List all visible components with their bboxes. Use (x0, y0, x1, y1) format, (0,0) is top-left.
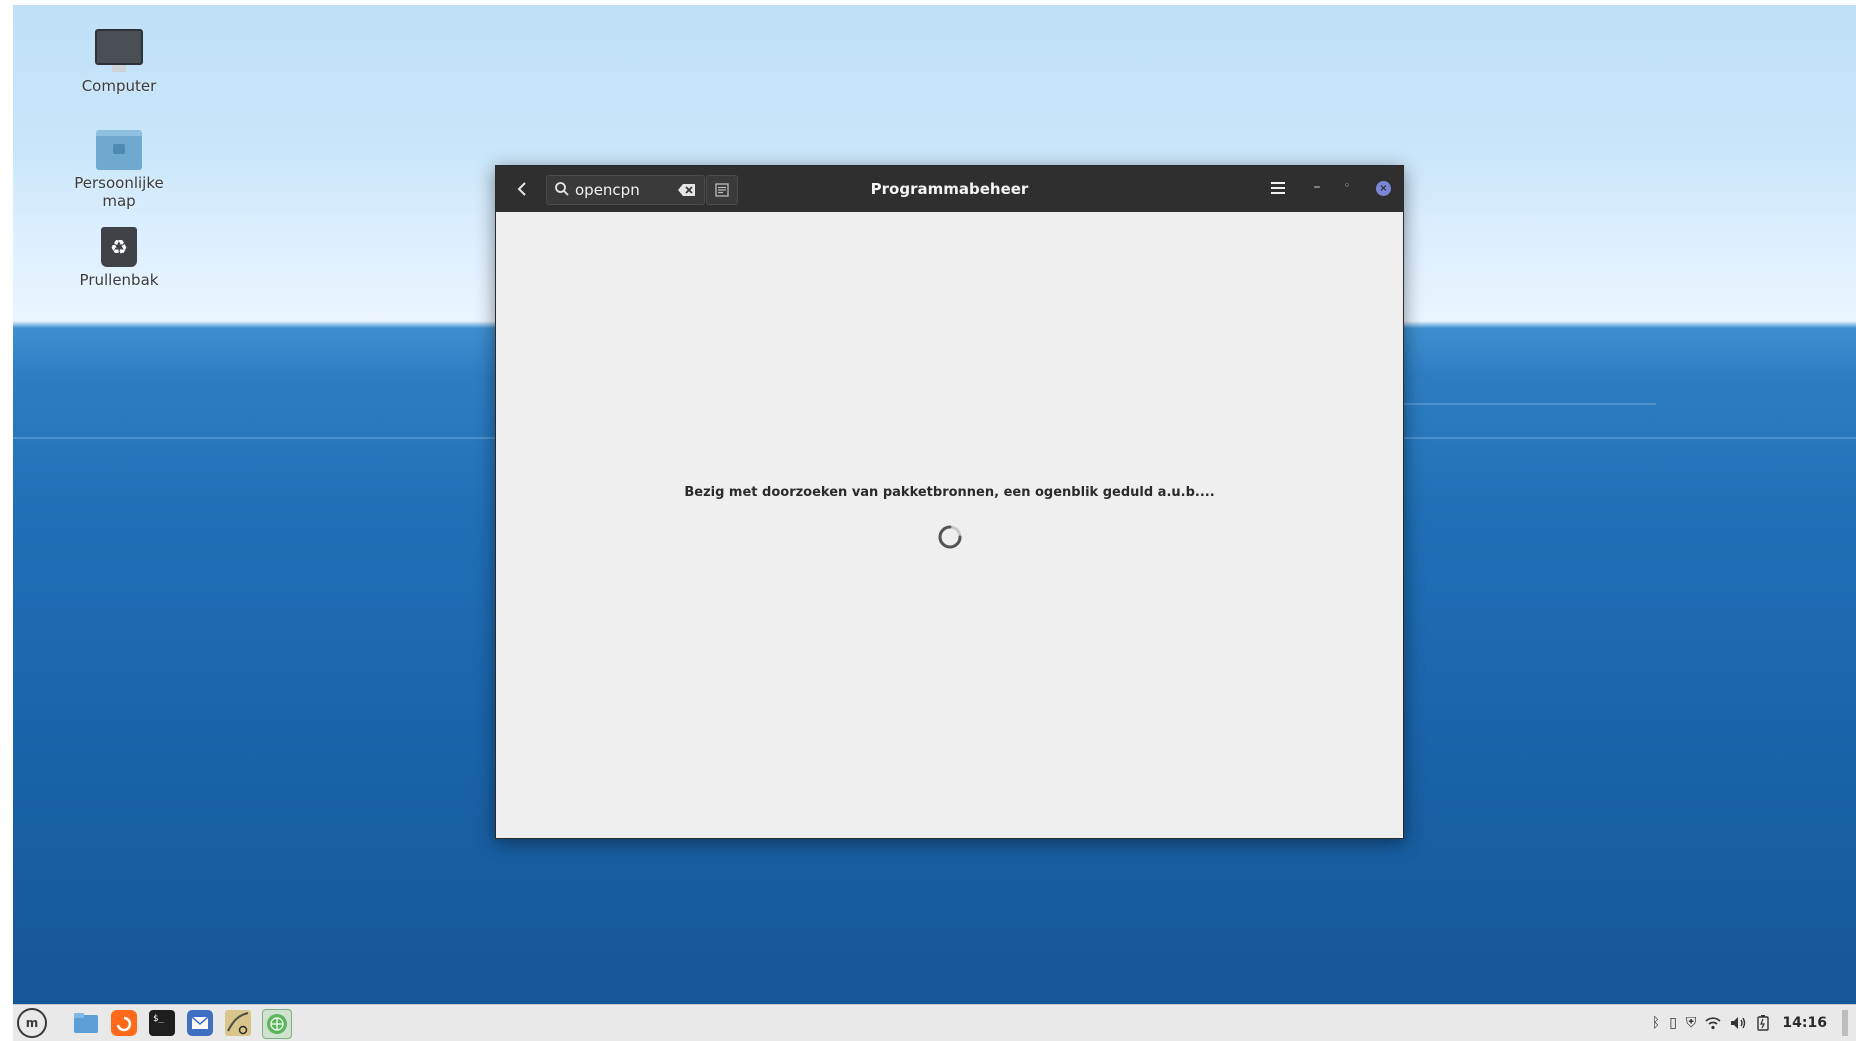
svg-text:$_: $_ (153, 1014, 164, 1024)
loading-spinner-icon (938, 525, 962, 549)
minimize-button[interactable]: – (1309, 179, 1325, 197)
system-tray: ᛒ ▯ ⛨ 14:16 (1652, 1005, 1848, 1041)
firefox-icon (111, 1010, 137, 1036)
mint-logo-icon: m (25, 1016, 39, 1030)
launcher-firefox[interactable] (110, 1009, 138, 1037)
launcher-software-manager[interactable] (262, 1009, 292, 1039)
clipboard-icon[interactable]: ▯ (1669, 1015, 1677, 1031)
titlebar: Programmabeheer – ◦ × (496, 166, 1403, 212)
launcher-file-manager[interactable] (72, 1009, 100, 1037)
taskbar: m $_ ᛒ ▯ ⛨ 14:16 (13, 1004, 1856, 1041)
desktop-icon-label: Computer (81, 77, 157, 95)
home-folder-icon (96, 130, 142, 170)
window-title: Programmabeheer (870, 180, 1029, 198)
close-button[interactable]: × (1376, 181, 1391, 196)
hamburger-menu-icon[interactable] (1269, 180, 1287, 196)
software-manager-window: Programmabeheer – ◦ × Bezig met doorzoek… (495, 165, 1404, 839)
launcher-terminal[interactable]: $_ (148, 1009, 176, 1037)
mail-icon (187, 1010, 213, 1036)
loading-message: Bezig met doorzoeken van pakketbronnen, … (684, 485, 1215, 500)
terminal-icon: $_ (149, 1010, 175, 1036)
battery-icon[interactable] (1757, 1015, 1770, 1031)
launcher-image-viewer[interactable] (224, 1009, 252, 1037)
desktop-icon-trash[interactable]: ♻ Prullenbak (64, 227, 174, 289)
start-menu-button[interactable]: m (17, 1008, 47, 1038)
desktop-icon-label: Persoonlijke map (74, 174, 164, 210)
desktop-icon-computer[interactable]: Computer (64, 29, 174, 95)
desktop-icon-home[interactable]: Persoonlijke map (64, 130, 174, 210)
launcher-mail[interactable] (186, 1009, 214, 1037)
computer-icon (95, 29, 143, 72)
bluetooth-icon[interactable]: ᛒ (1652, 1015, 1660, 1031)
wifi-icon[interactable] (1705, 1016, 1721, 1030)
minimize-icon: – (1313, 179, 1321, 195)
desktop-icon-label: Prullenbak (79, 271, 159, 289)
update-shield-icon[interactable]: ⛨ (1686, 1015, 1697, 1031)
show-desktop-handle[interactable] (1842, 1010, 1848, 1036)
maximize-icon: ◦ (1343, 179, 1351, 192)
close-icon: × (1379, 183, 1388, 194)
software-manager-icon (267, 1014, 287, 1034)
maximize-button[interactable]: ◦ (1339, 179, 1355, 197)
desktop-screen: Computer Persoonlijke map ♻ Prullenbak o… (13, 5, 1856, 1041)
clock[interactable]: 14:16 (1782, 1015, 1827, 1031)
trash-icon: ♻ (101, 227, 137, 267)
content-area: Bezig met doorzoeken van pakketbronnen, … (496, 212, 1403, 838)
file-manager-icon (74, 1013, 98, 1033)
image-viewer-icon (225, 1010, 251, 1036)
volume-icon[interactable] (1730, 1016, 1748, 1030)
